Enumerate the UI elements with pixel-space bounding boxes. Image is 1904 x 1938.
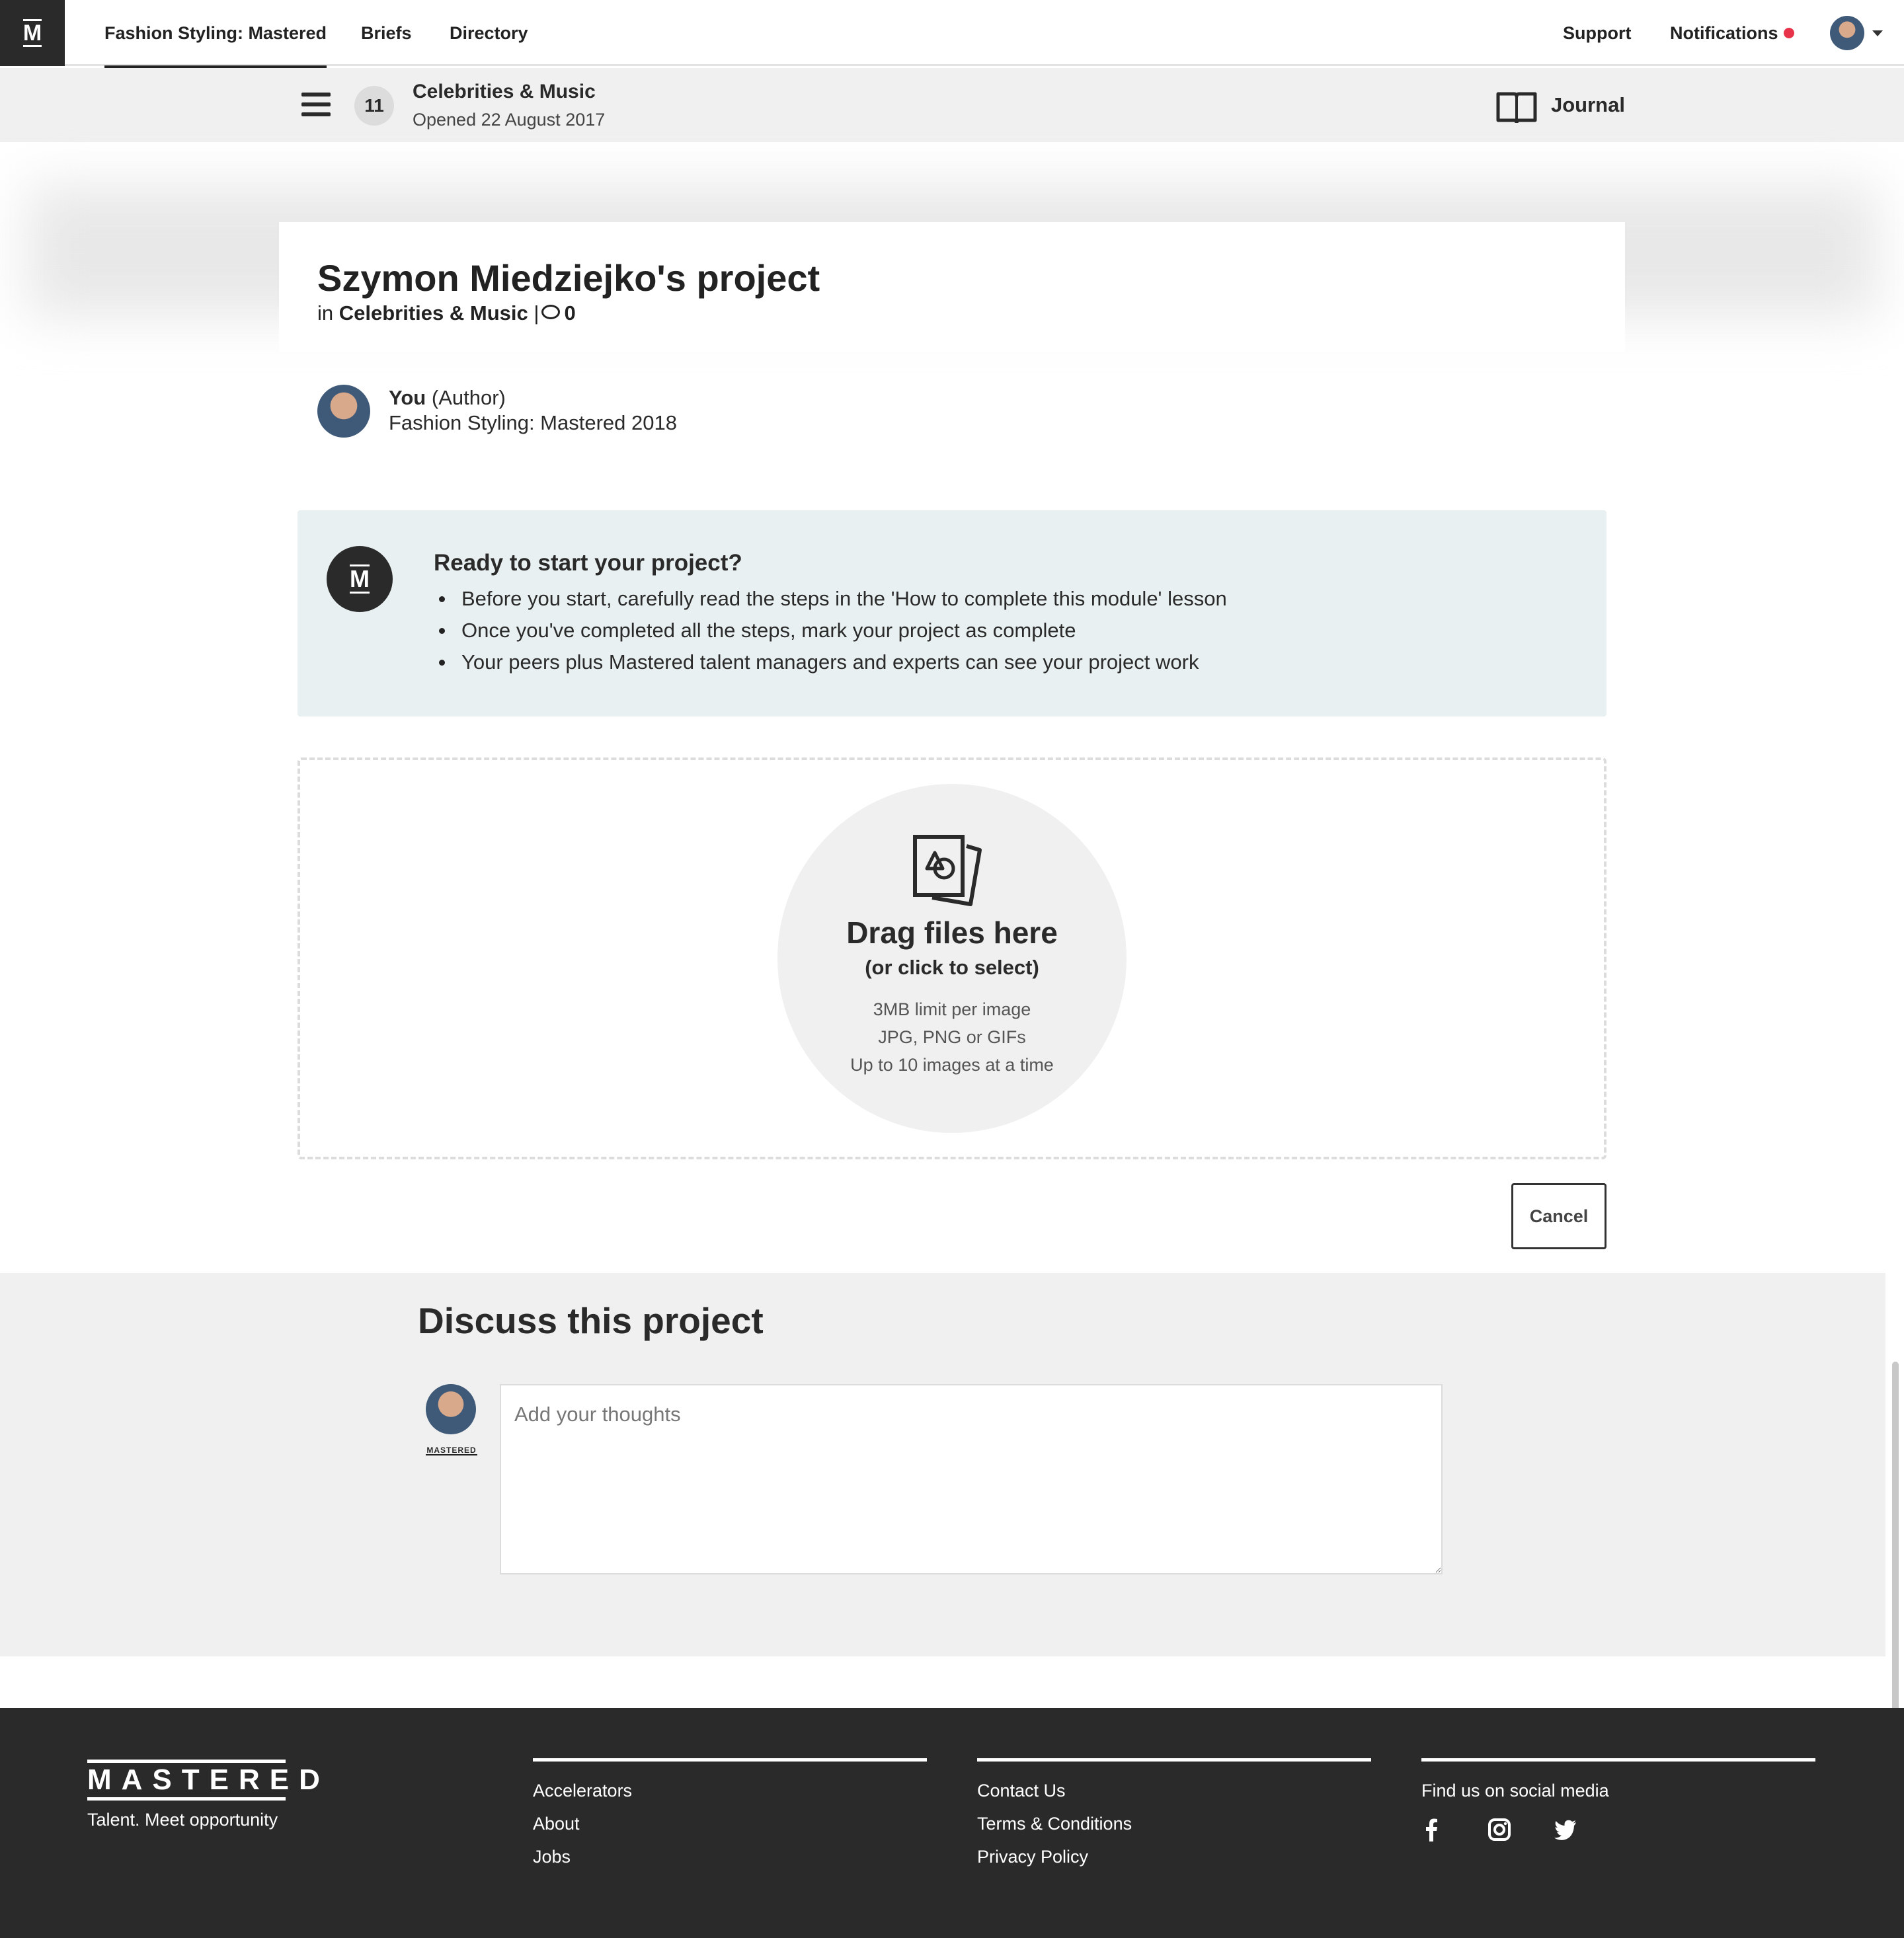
footer-logo[interactable]: MASTERED [87, 1760, 320, 1801]
footer [0, 1708, 1904, 1938]
dropzone-title: Drag files here [846, 915, 1058, 950]
footer-link-jobs[interactable]: Jobs [533, 1847, 571, 1867]
top-nav: M Fashion Styling: Mastered Briefs Direc… [0, 0, 1904, 69]
footer-link-about[interactable]: About [533, 1814, 580, 1834]
footer-link-contact[interactable]: Contact Us [977, 1781, 1066, 1801]
project-title: Szymon Miedziejko's project [317, 257, 820, 299]
footer-divider [533, 1758, 927, 1762]
mastered-logo[interactable]: M [0, 0, 65, 66]
info-list: Before you start, carefully read the ste… [434, 583, 1227, 678]
author-course: Fashion Styling: Mastered 2018 [389, 411, 677, 434]
notifications-label: Notifications [1670, 23, 1778, 43]
module-opened-date: Opened 22 August 2017 [413, 110, 606, 130]
nav-support[interactable]: Support [1563, 0, 1631, 66]
chevron-down-icon[interactable] [1872, 30, 1883, 36]
nav-directory[interactable]: Directory [450, 0, 528, 66]
social-title: Find us on social media [1421, 1781, 1609, 1801]
footer-link-accelerators[interactable]: Accelerators [533, 1781, 632, 1801]
cancel-button[interactable]: Cancel [1511, 1183, 1606, 1249]
notification-dot-icon [1783, 27, 1794, 38]
module-title: Celebrities & Music [413, 81, 596, 102]
image-upload-icon [913, 835, 982, 906]
mastered-badge-icon: M [327, 546, 393, 612]
project-category-link[interactable]: Celebrities & Music [339, 301, 528, 325]
dropzone-note: 3MB limit per image [873, 999, 1031, 1019]
author-role: (Author) [431, 386, 506, 409]
nav-briefs[interactable]: Briefs [361, 0, 412, 66]
author-you: You [389, 386, 426, 409]
user-avatar[interactable] [1830, 16, 1864, 50]
comment-input[interactable] [500, 1384, 1443, 1574]
footer-link-privacy[interactable]: Privacy Policy [977, 1847, 1088, 1867]
info-title: Ready to start your project? [434, 550, 742, 576]
journal-link[interactable]: Journal [1551, 93, 1625, 117]
discussion-title: Discuss this project [418, 1300, 764, 1341]
in-label: in [317, 301, 334, 325]
commenter-avatar [426, 1384, 476, 1434]
info-item: Once you've completed all the steps, mar… [434, 615, 1227, 646]
menu-icon[interactable] [301, 93, 331, 116]
info-item: Your peers plus Mastered talent managers… [434, 646, 1227, 678]
footer-divider [977, 1758, 1371, 1762]
book-icon[interactable] [1495, 90, 1538, 123]
author-name: You (Author) [389, 386, 506, 410]
instagram-icon[interactable] [1488, 1818, 1511, 1841]
facebook-icon[interactable] [1420, 1818, 1444, 1841]
dropzone-note: Up to 10 images at a time [850, 1055, 1054, 1075]
twitter-icon[interactable] [1554, 1818, 1577, 1841]
project-meta: in Celebrities & Music | 0 [317, 301, 576, 325]
comment-bubble-icon [541, 304, 561, 319]
footer-divider [1421, 1758, 1815, 1762]
page: M Fashion Styling: Mastered Briefs Direc… [0, 0, 1904, 1938]
nav-notifications[interactable]: Notifications [1670, 0, 1794, 66]
author-avatar[interactable] [317, 385, 370, 438]
info-item: Before you start, carefully read the ste… [434, 583, 1227, 615]
meta-separator: | [534, 301, 539, 325]
commenter-badge: MASTERED [426, 1446, 477, 1455]
comment-count: 0 [564, 301, 576, 325]
module-number-badge: 11 [354, 86, 394, 126]
nav-course[interactable]: Fashion Styling: Mastered [104, 0, 327, 69]
footer-tagline: Talent. Meet opportunity [87, 1810, 278, 1830]
dropzone-note: JPG, PNG or GIFs [878, 1027, 1026, 1047]
footer-link-terms[interactable]: Terms & Conditions [977, 1814, 1132, 1834]
dropzone-subtitle: (or click to select) [865, 956, 1039, 979]
